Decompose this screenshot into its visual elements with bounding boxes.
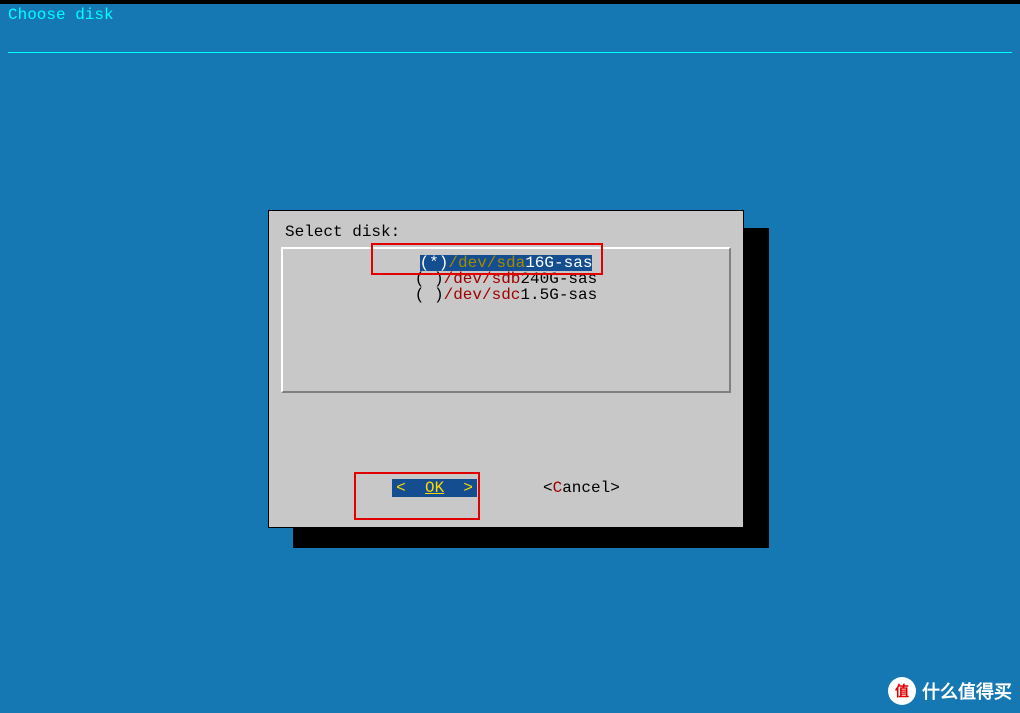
list-item[interactable]: ( ) /dev/sdc 1.5G-sas <box>287 287 725 303</box>
device-path: /dev/sdc <box>444 287 521 303</box>
device-path: /dev/sda <box>448 255 525 271</box>
window-title: Choose disk <box>8 6 114 24</box>
device-size: 240G-sas <box>520 271 597 287</box>
device-size: 16G-sas <box>525 255 592 271</box>
ok-button[interactable]: < OK > <box>392 479 477 497</box>
watermark: 值 什么值得买 <box>888 677 1012 705</box>
cancel-button[interactable]: <Cancel> <box>543 479 620 497</box>
radio-selected-icon: (*) <box>420 255 449 271</box>
list-item[interactable]: (*) /dev/sda 16G-sas <box>287 255 725 271</box>
watermark-text: 什么值得买 <box>922 678 1012 704</box>
device-size: 1.5G-sas <box>520 287 597 303</box>
window-title-row: Choose disk <box>0 4 1020 26</box>
title-underline <box>8 52 1012 53</box>
disk-list[interactable]: (*) /dev/sda 16G-sas ( ) /dev/sdb 240G-s… <box>281 247 731 393</box>
dialog-button-row: < OK > <Cancel> <box>281 479 731 497</box>
radio-unselected-icon: ( ) <box>415 287 444 303</box>
radio-unselected-icon: ( ) <box>415 271 444 287</box>
list-item[interactable]: ( ) /dev/sdb 240G-sas <box>287 271 725 287</box>
device-path: /dev/sdb <box>444 271 521 287</box>
watermark-badge-icon: 值 <box>888 677 916 705</box>
select-disk-dialog: Select disk: (*) /dev/sda 16G-sas ( ) /d… <box>268 210 744 528</box>
dialog-title: Select disk: <box>281 223 731 241</box>
